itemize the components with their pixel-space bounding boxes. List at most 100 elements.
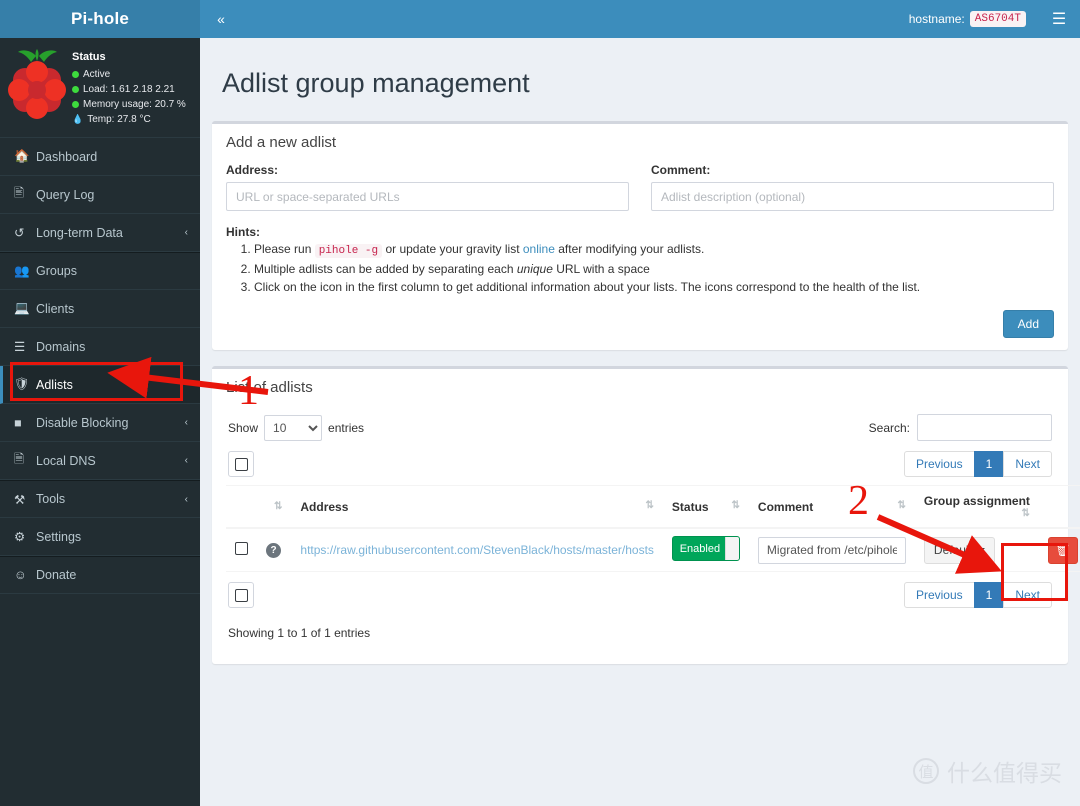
cell-select[interactable] <box>226 527 257 572</box>
comment-cell-input[interactable] <box>757 536 906 564</box>
delete-row-button[interactable]: 🗑 <box>1047 536 1078 564</box>
users-icon: 👥 <box>14 263 30 278</box>
gear-icon: ⚙ <box>14 530 26 544</box>
sidebar-item-donate[interactable]: ☺ Donate <box>0 556 200 594</box>
sidebar-item-adlists[interactable]: 🛡 Adlists <box>0 366 200 404</box>
pagination-previous-bottom[interactable]: Previous <box>903 582 975 608</box>
th-comment[interactable]: Comment ⇅ <box>748 485 915 529</box>
top-navbar: « hostname: AS6704T ☰ <box>200 0 1080 38</box>
sort-icon: ⇅ <box>274 501 283 512</box>
adlist-table-body: Show 102550100All entries Search: <box>212 406 1080 664</box>
pagination-previous-top[interactable]: Previous <box>903 451 975 477</box>
stop-icon: ■ <box>14 415 22 430</box>
address-input[interactable] <box>226 182 629 211</box>
hint2-post: URL with a space <box>552 262 650 276</box>
checkbox-icon <box>234 588 248 602</box>
cell-address: https://raw.githubusercontent.com/Steven… <box>291 527 663 572</box>
pagination-page-1-top[interactable]: 1 <box>973 451 1005 477</box>
sidebar-item-groups[interactable]: 👥 Groups <box>0 252 200 290</box>
adlist-table-box: List of adlists Show 102550100All entrie… <box>212 366 1080 664</box>
group-assignment-value: Default <box>933 543 972 557</box>
sidebar-item-disable-blocking[interactable]: ■ Disable Blocking ‹ <box>0 404 200 442</box>
comment-input[interactable] <box>651 182 1054 211</box>
th-address[interactable]: Address ⇅ <box>291 485 663 529</box>
sidebar-item-label: Clients <box>36 301 75 316</box>
status-title: Status <box>72 51 106 63</box>
sidebar-item-clients[interactable]: 💻 Clients <box>0 290 200 328</box>
sidebar-item-query-log[interactable]: 🖹 Query Log <box>0 176 200 214</box>
th-select <box>226 485 257 529</box>
sidebar-item-dashboard[interactable]: 🏠 Dashboard <box>0 138 200 176</box>
shield-icon: 🛡 <box>14 377 30 391</box>
sidebar-item-label: Long-term Data <box>36 225 123 240</box>
sidebar-item-settings[interactable]: ⚙ Settings <box>0 518 200 556</box>
page-length-select[interactable]: 102550100All <box>264 414 323 441</box>
load-dot-icon <box>72 86 79 93</box>
memory-dot-icon <box>72 101 79 108</box>
sort-icon: ⇅ <box>897 499 906 511</box>
sidebar-item-label: Tools <box>36 492 66 506</box>
add-button[interactable]: Add <box>1002 310 1054 338</box>
droplet-icon: 💧 <box>72 114 84 124</box>
pagination-bottom: Previous 1 Next <box>903 582 1052 608</box>
navbar-right: hostname: AS6704T ☰ <box>909 0 1080 38</box>
home-icon: 🏠 <box>14 149 30 163</box>
app-logo[interactable]: Pi-hole <box>0 0 200 38</box>
sidebar-collapse-icon[interactable]: « <box>200 0 242 38</box>
status-panel: Status Active Load: 1.61 2.18 2.21 Memor… <box>0 38 200 137</box>
table-row: ? https://raw.githubusercontent.com/Stev… <box>226 527 1080 572</box>
table-toolbar-bottom: Previous 1 Next <box>226 572 1054 616</box>
status-row-load: Load: 1.61 2.18 2.21 <box>72 82 186 97</box>
donate-icon: ☺ <box>14 568 27 582</box>
show-label: Show <box>228 420 259 435</box>
brand-name: Pi-hole <box>70 9 130 28</box>
status-temp-text: Temp: 27.8 °C <box>87 114 151 125</box>
pagination-next-bottom[interactable]: Next <box>1003 582 1052 608</box>
adlist-address-link[interactable]: https://raw.githubusercontent.com/Steven… <box>300 543 654 557</box>
status-toggle-label: Enabled <box>679 542 721 555</box>
select-all-button-bottom[interactable] <box>228 582 254 608</box>
select-all-button-top[interactable] <box>228 451 254 477</box>
th-info[interactable]: ⇅ <box>257 485 292 529</box>
sidebar-item-label: Dashboard <box>36 149 98 164</box>
cell-group: Default <box>914 527 1039 572</box>
question-circle-icon[interactable]: ? <box>266 543 281 558</box>
status-memory-text: Memory usage: 20.7 % <box>83 99 186 110</box>
row-checkbox-icon[interactable] <box>235 542 248 555</box>
sidebar-item-domains[interactable]: ☰ Domains <box>0 328 200 366</box>
status-load-text: Load: 1.61 2.18 2.21 <box>83 84 175 95</box>
hint-item-1: Please run pihole -g or update your grav… <box>254 242 1054 259</box>
pagination-next-top[interactable]: Next <box>1003 451 1052 477</box>
status-text: Status Active Load: 1.61 2.18 2.21 Memor… <box>72 48 186 127</box>
sidebar-item-local-dns[interactable]: 🗎 Local DNS ‹ <box>0 442 200 480</box>
cell-status: Enabled <box>662 527 749 572</box>
hostname-label: hostname: <box>908 12 965 26</box>
th-group-assignment[interactable]: Group assignment ⇅ <box>914 485 1039 529</box>
group-assignment-dropdown[interactable]: Default <box>923 536 995 564</box>
tools-icon: ⚒ <box>14 492 26 507</box>
page-title: Adlist group management <box>222 68 530 98</box>
app-root: Pi-hole « hostname: AS6704T ☰ Status Act… <box>0 0 1080 806</box>
chevron-left-icon: ‹ <box>184 455 188 466</box>
update-gravity-link[interactable]: online <box>523 242 555 256</box>
hostname-value: AS6704T <box>969 11 1026 27</box>
search-control: Search: <box>869 414 1052 441</box>
sidebar-item-tools[interactable]: ⚒ Tools ‹ <box>0 480 200 518</box>
hamburger-icon[interactable]: ☰ <box>1038 0 1080 38</box>
table-info-text: Showing 1 to 1 of 1 entries <box>228 626 371 640</box>
th-status[interactable]: Status ⇅ <box>662 485 749 529</box>
search-input[interactable] <box>917 414 1052 441</box>
sidebar-item-long-term-data[interactable]: ↺ Long-term Data ‹ <box>0 214 200 252</box>
pagination-page-1-bottom[interactable]: 1 <box>973 582 1005 608</box>
toggle-knob <box>724 537 739 560</box>
sidebar-item-label: Query Log <box>36 187 95 202</box>
table-toolbar-top: Previous 1 Next <box>226 449 1054 485</box>
add-adlist-fields: Address: Comment: <box>226 163 1054 211</box>
status-toggle[interactable]: Enabled <box>671 536 740 561</box>
laptop-icon: 💻 <box>14 301 30 315</box>
th-status-label: Status <box>671 499 709 514</box>
search-label: Search: <box>868 420 910 435</box>
cell-info[interactable]: ? <box>257 527 292 572</box>
status-row-active: Active <box>72 67 186 82</box>
sidebar-item-label: Adlists <box>36 377 73 392</box>
